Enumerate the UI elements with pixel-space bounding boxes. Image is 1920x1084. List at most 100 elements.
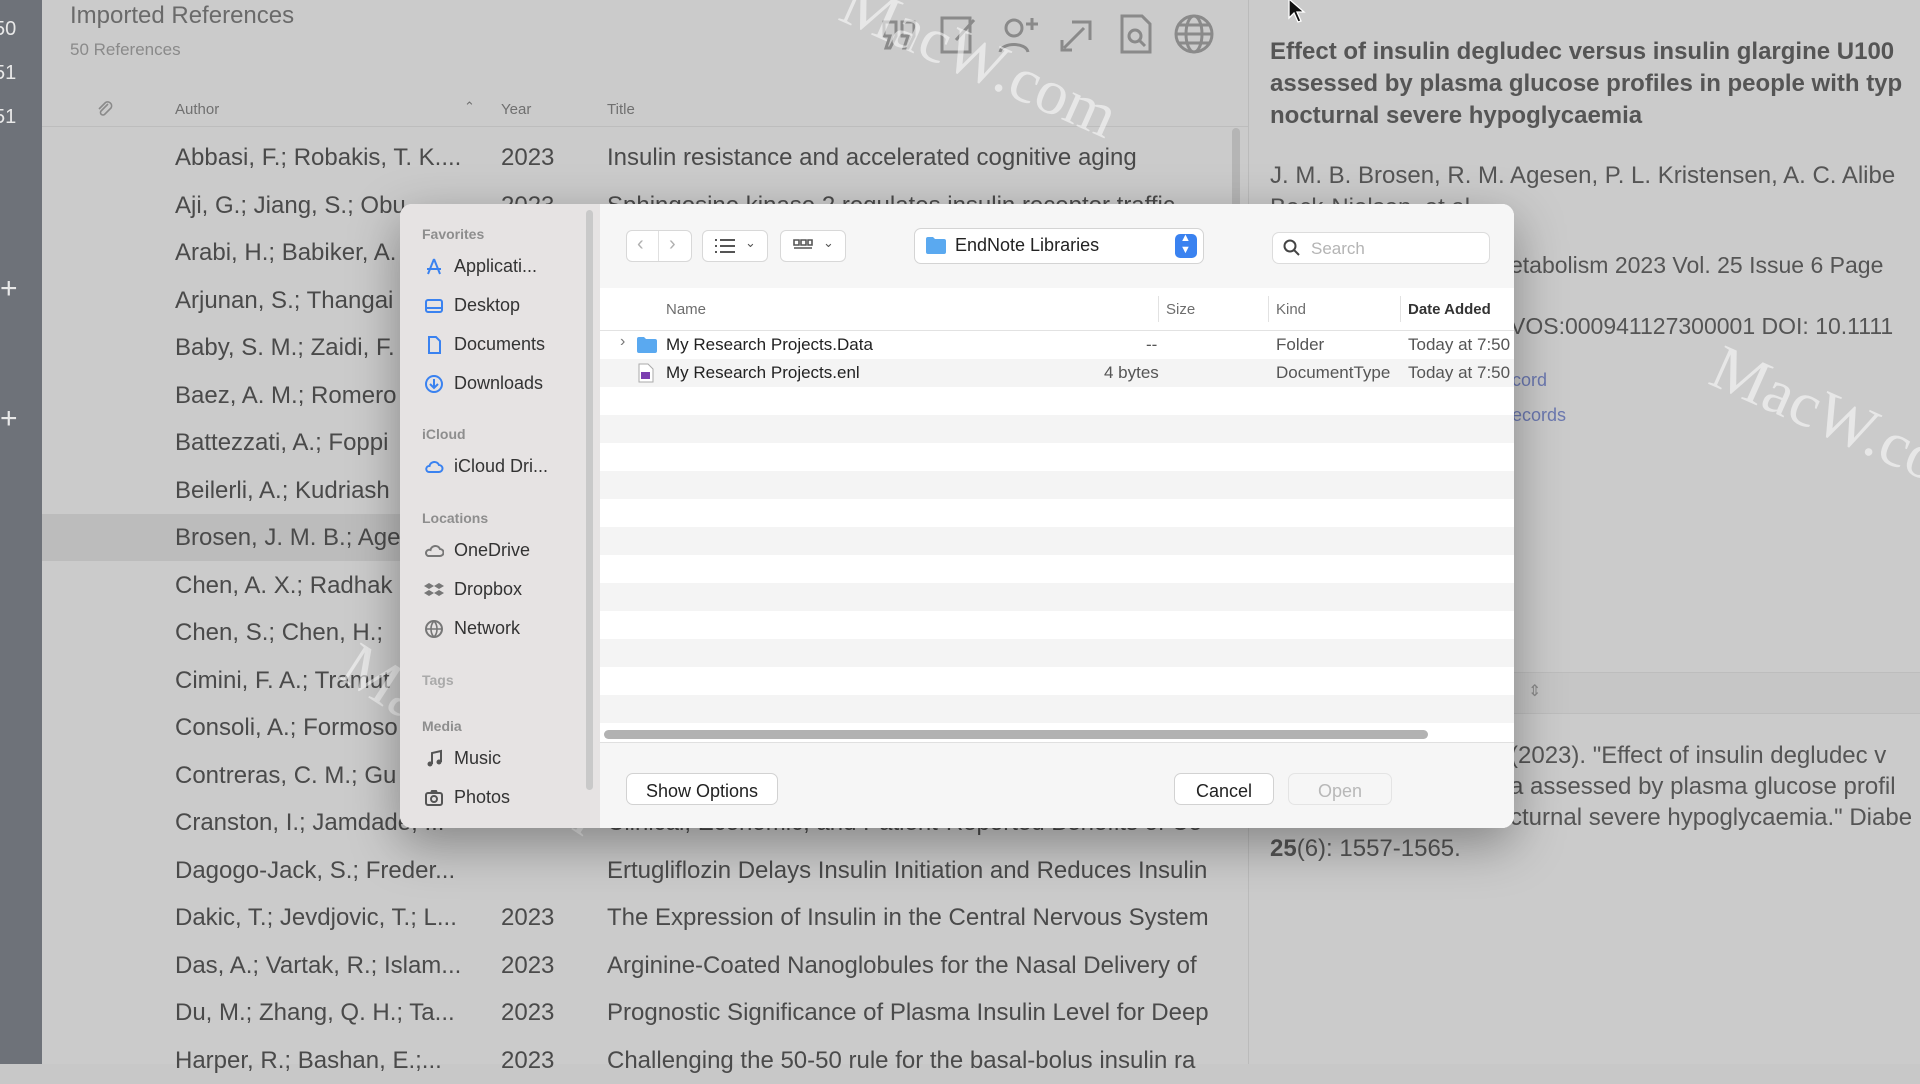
search-icon xyxy=(1283,239,1300,256)
location-label: EndNote Libraries xyxy=(955,235,1100,255)
find-fulltext-icon[interactable] xyxy=(1112,10,1160,58)
sidebar-item-onedrive[interactable]: OneDrive xyxy=(420,536,592,566)
sidebar-item-label: Applicati... xyxy=(454,256,538,276)
reference-title: Insulin resistance and accelerated cogni… xyxy=(607,144,1137,171)
column-divider xyxy=(1400,296,1401,322)
sidebar-item-icloud-drive[interactable]: iCloud Dri... xyxy=(420,452,592,482)
add-group-button[interactable]: + xyxy=(0,272,18,306)
reference-title: Prognostic Significance of Plasma Insuli… xyxy=(607,999,1209,1026)
reference-title: Challenging the 50-50 rule for the basal… xyxy=(607,1046,1196,1074)
column-divider xyxy=(1268,296,1269,322)
show-options-button[interactable]: Show Options xyxy=(626,773,778,805)
nav-divider xyxy=(658,231,659,261)
file-name: My Research Projects.enl xyxy=(666,363,860,382)
column-name[interactable]: Name xyxy=(666,301,706,318)
sidebar-section-favorites: Favorites xyxy=(422,226,485,242)
cancel-button[interactable]: Cancel xyxy=(1174,773,1274,805)
file-kind: DocumentType xyxy=(1276,363,1391,382)
column-size[interactable]: Size xyxy=(1166,301,1195,318)
column-author[interactable]: Author xyxy=(175,101,219,118)
sidebar-item-label: Downloads xyxy=(454,373,544,393)
desktop-icon xyxy=(425,299,443,313)
attachment-paperclip-icon[interactable] xyxy=(96,100,114,118)
column-kind[interactable]: Kind xyxy=(1276,301,1306,318)
sidebar-item-label: Desktop xyxy=(454,295,521,315)
reference-count: 50 References xyxy=(70,40,181,59)
open-button[interactable]: Open xyxy=(1288,773,1392,805)
forward-chevron-icon[interactable]: › xyxy=(669,233,676,256)
reference-author: Du, M.; Zhang, Q. H.; Ta... xyxy=(175,999,455,1026)
cloud-icon xyxy=(425,460,444,473)
sidebar-section-icloud: iCloud xyxy=(422,426,466,442)
search-field[interactable] xyxy=(1272,232,1490,264)
file-size: 4 bytes xyxy=(1104,363,1159,382)
sidebar-item-label: iCloud Dri... xyxy=(454,456,549,476)
sidebar-item-music[interactable]: Music xyxy=(420,744,592,774)
open-file-dialog: Favorites Applicati... Desktop Documents… xyxy=(400,204,1514,828)
list-view-button[interactable]: ⌄ xyxy=(702,230,768,262)
network-globe-icon xyxy=(425,620,443,638)
reference-row[interactable]: Das, A.; Vartak, R.; Islam... 2023 Arginin… xyxy=(42,942,1232,989)
file-row[interactable]: › My Research Projects.Data -- Folder To… xyxy=(600,331,1514,359)
sidebar-item-network[interactable]: Network xyxy=(420,614,592,644)
sidebar-scrollbar[interactable] xyxy=(586,210,593,790)
file-date: Today at 7:50 PM xyxy=(1408,335,1514,354)
group-title: Imported References xyxy=(70,2,295,29)
music-note-icon xyxy=(427,749,442,767)
row-stripe xyxy=(600,639,1514,667)
left-group-strip: 50 51 51 + + xyxy=(0,0,42,1064)
edit-reference-icon[interactable] xyxy=(934,10,982,58)
detail-link[interactable]: cord xyxy=(1512,370,1547,391)
sidebar-item-desktop[interactable]: Desktop xyxy=(420,291,592,321)
disclosure-chevron-icon[interactable]: › xyxy=(620,333,625,351)
row-stripe xyxy=(600,583,1514,611)
chevron-down-icon: ⌄ xyxy=(745,235,756,250)
dialog-toolbar: ‹ › ⌄ ⌄ EndNote Libraries ▲ ▼ xyxy=(600,204,1514,289)
detail-link[interactable]: ecords xyxy=(1512,405,1566,426)
sidebar-item-documents[interactable]: Documents xyxy=(420,330,592,360)
sidebar-item-photos[interactable]: Photos xyxy=(420,783,592,813)
column-date-added[interactable]: Date Added xyxy=(1408,301,1491,318)
location-popup[interactable]: EndNote Libraries ▲ ▼ xyxy=(914,228,1204,264)
nav-buttons: ‹ › xyxy=(626,230,692,262)
share-arrow-icon[interactable] xyxy=(1054,10,1102,58)
title-line: nocturnal severe hypoglycaemia xyxy=(1270,102,1643,129)
style-stepper-icon[interactable]: ⇕ xyxy=(1528,681,1541,701)
back-chevron-icon[interactable]: ‹ xyxy=(637,233,644,256)
column-divider xyxy=(1158,296,1159,322)
row-stripe xyxy=(600,695,1514,723)
sidebar-item-applications[interactable]: Applicati... xyxy=(420,252,592,282)
cloud-icon xyxy=(425,544,444,557)
search-input[interactable] xyxy=(1309,237,1483,261)
reference-row[interactable]: Dakic, T.; Jevdjovic, T.; L... 2023 The Ex… xyxy=(42,894,1232,941)
dialog-footer: Show Options Cancel Open xyxy=(600,742,1514,828)
chevron-down-icon: ⌄ xyxy=(823,235,834,250)
file-date: Today at 7:50 PM xyxy=(1408,363,1514,382)
row-stripe xyxy=(600,471,1514,499)
file-row[interactable]: My Research Projects.enl 4 bytes Documen… xyxy=(600,359,1514,387)
online-search-globe-icon[interactable] xyxy=(1170,10,1218,58)
reference-row[interactable]: Abbasi, F.; Robakis, T. K.... 2023 Insulin… xyxy=(42,134,1232,181)
horizontal-scrollbar[interactable] xyxy=(604,730,1428,739)
reference-year: 2023 xyxy=(501,144,555,171)
insert-citation-icon[interactable] xyxy=(876,10,924,58)
applications-icon xyxy=(427,258,441,275)
group-view-button[interactable]: ⌄ xyxy=(780,230,846,262)
reference-row[interactable]: Dagogo-Jack, S.; Freder... Ertugliflozin … xyxy=(42,847,1232,894)
reference-year: 2023 xyxy=(501,904,555,931)
folder-icon xyxy=(637,337,657,353)
citation-line: cturnal severe hypoglycaemia." Diabe xyxy=(1510,804,1913,831)
column-title[interactable]: Title xyxy=(607,101,635,118)
reference-row[interactable]: Du, M.; Zhang, Q. H.; Ta... 2023 Prognosti… xyxy=(42,989,1232,1036)
sidebar-item-downloads[interactable]: Downloads xyxy=(420,369,592,399)
camera-icon xyxy=(425,790,443,806)
sort-ascending-icon[interactable]: ⌃ xyxy=(464,99,475,115)
reference-column-header: Author ⌃ Year Title xyxy=(42,92,1248,127)
add-group-button[interactable]: + xyxy=(0,402,18,436)
column-year[interactable]: Year xyxy=(501,101,531,118)
share-user-icon[interactable] xyxy=(994,10,1042,58)
sidebar-item-dropbox[interactable]: Dropbox xyxy=(420,575,592,605)
reference-row[interactable]: Harper, R.; Bashan, E.;... 2023 Challengin… xyxy=(42,1037,1232,1084)
sidebar-item-label: Network xyxy=(454,618,521,638)
mouse-cursor-icon xyxy=(1288,0,1306,23)
